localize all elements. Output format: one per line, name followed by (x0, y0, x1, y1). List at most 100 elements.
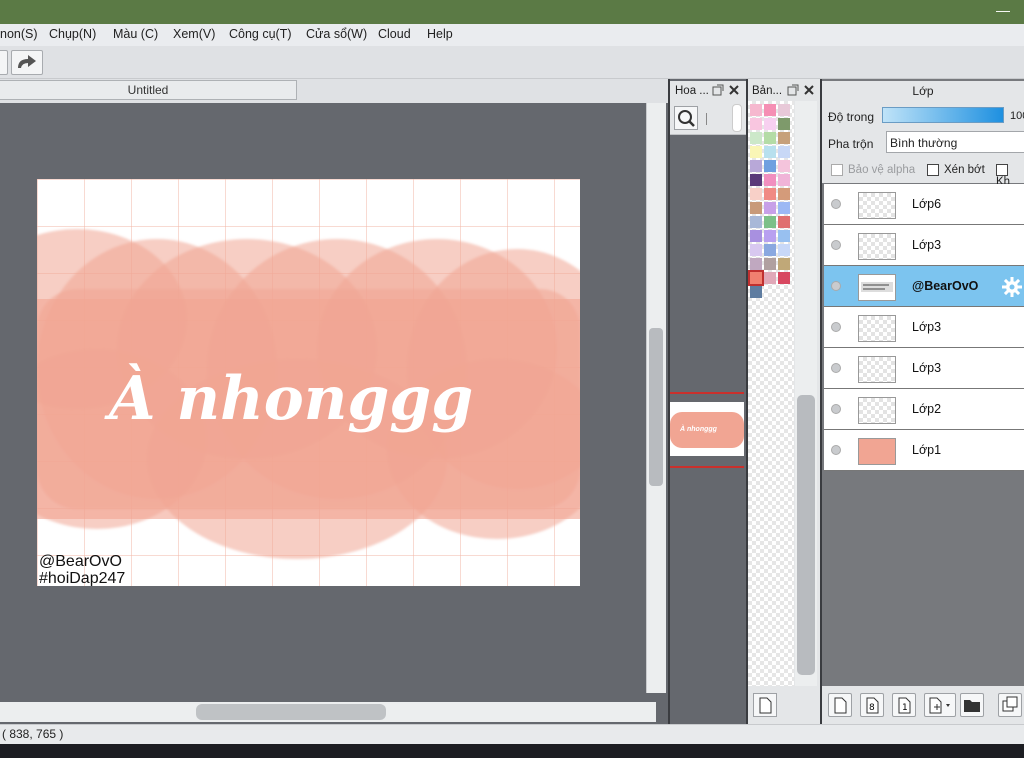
color-swatch[interactable] (778, 146, 790, 158)
color-swatch[interactable] (764, 160, 776, 172)
menu-item-help[interactable]: Help (427, 27, 453, 41)
menu-item-cloud[interactable]: Cloud (378, 27, 411, 41)
zoom-button[interactable] (674, 106, 698, 130)
color-swatch[interactable] (764, 258, 776, 270)
popout-icon[interactable] (712, 84, 724, 96)
color-swatch[interactable] (764, 118, 776, 130)
preview-image: À nhonggg (670, 402, 744, 456)
menu-item-selection[interactable]: non(S) (0, 27, 38, 41)
redo-button[interactable] (11, 50, 43, 75)
color-swatch[interactable] (750, 132, 762, 144)
color-swatch[interactable] (750, 146, 762, 158)
new-raster-8bit-button[interactable]: 8 (860, 693, 884, 717)
menu-item-tools[interactable]: Công cụ(T) (229, 27, 292, 41)
add-layer-menu-button[interactable] (924, 693, 956, 717)
layer-name: @BearOvO (912, 279, 979, 293)
visibility-toggle[interactable] (831, 322, 841, 332)
color-swatch[interactable] (778, 244, 790, 256)
color-swatch[interactable] (750, 188, 762, 200)
navigator-scrollbar[interactable] (732, 104, 742, 132)
menu-item-capture[interactable]: Chụp(N) (49, 27, 96, 41)
color-swatch[interactable] (778, 272, 790, 284)
color-swatch[interactable] (778, 118, 790, 130)
canvas-horizontal-scroll-thumb[interactable] (196, 704, 386, 720)
swatch-scroll-thumb[interactable] (797, 395, 815, 675)
layer-row[interactable]: Lớp6 (824, 184, 1024, 225)
color-swatch[interactable] (778, 104, 790, 116)
minimize-button[interactable]: — (996, 2, 1010, 18)
visibility-toggle[interactable] (831, 445, 841, 455)
color-swatch[interactable] (750, 118, 762, 130)
color-swatch[interactable] (778, 258, 790, 270)
layer-name: Lớp2 (912, 402, 942, 416)
checkbox-box (831, 164, 843, 176)
color-swatch[interactable] (764, 244, 776, 256)
gear-icon[interactable] (1002, 277, 1022, 297)
menu-item-color[interactable]: Màu (C) (113, 27, 158, 41)
layer-name: Lớp3 (912, 320, 942, 334)
close-icon[interactable] (803, 84, 815, 96)
add-swatch-button[interactable] (753, 693, 777, 717)
visibility-toggle[interactable] (831, 240, 841, 250)
new-folder-button[interactable] (960, 693, 984, 717)
color-swatch[interactable] (750, 202, 762, 214)
layer-thumbnail (858, 192, 896, 219)
color-swatch[interactable] (778, 160, 790, 172)
color-swatch[interactable] (748, 270, 764, 286)
artboard[interactable]: À nhonggg @BearOvO #hoiDap247 (37, 179, 580, 586)
navigator-preview[interactable]: À nhonggg (670, 392, 744, 470)
clipping-checkbox[interactable]: Xén bớt (927, 164, 985, 176)
new-raster-1bit-button[interactable]: 1 (892, 693, 916, 717)
layer-thumbnail (858, 315, 896, 342)
swatch-cells (748, 104, 794, 298)
color-swatch[interactable] (778, 216, 790, 228)
color-swatch[interactable] (778, 230, 790, 242)
color-swatch[interactable] (750, 174, 762, 186)
color-swatch[interactable] (778, 174, 790, 186)
color-swatch[interactable] (764, 202, 776, 214)
color-swatch[interactable] (750, 286, 762, 298)
color-swatch[interactable] (750, 216, 762, 228)
color-swatch[interactable] (750, 230, 762, 242)
color-swatch[interactable] (764, 230, 776, 242)
visibility-toggle[interactable] (831, 404, 841, 414)
visibility-toggle[interactable] (831, 363, 841, 373)
blend-label: Pha trộn (828, 137, 874, 151)
visibility-toggle[interactable] (831, 281, 841, 291)
blend-mode-select[interactable]: Bình thường (886, 131, 1024, 153)
color-swatch[interactable] (764, 132, 776, 144)
undo-button[interactable] (0, 50, 8, 75)
color-swatch[interactable] (764, 104, 776, 116)
layer-row-selected[interactable]: @BearOvO (824, 266, 1024, 307)
color-swatch[interactable] (750, 104, 762, 116)
layer-row[interactable]: Lớp3 (824, 307, 1024, 348)
color-swatch[interactable] (750, 160, 762, 172)
color-swatch[interactable] (778, 202, 790, 214)
protect-alpha-checkbox[interactable]: Bảo vệ alpha (831, 164, 915, 176)
close-icon[interactable] (728, 84, 740, 96)
opacity-slider[interactable] (882, 107, 1004, 123)
color-swatch[interactable] (778, 188, 790, 200)
layer-row[interactable]: Lớp3 (824, 225, 1024, 266)
menu-item-view[interactable]: Xem(V) (173, 27, 215, 41)
color-swatch[interactable] (764, 174, 776, 186)
menu-item-window[interactable]: Cửa sổ(W) (306, 27, 367, 41)
preview-headline: À nhonggg (680, 426, 717, 433)
color-swatch[interactable] (764, 216, 776, 228)
color-swatch[interactable] (764, 146, 776, 158)
layer-row[interactable]: Lớp2 (824, 389, 1024, 430)
copy-layer-button[interactable] (998, 693, 1022, 717)
visibility-toggle[interactable] (831, 199, 841, 209)
new-layer-button[interactable] (828, 693, 852, 717)
canvas-vertical-scroll-thumb[interactable] (649, 328, 663, 486)
layer-row[interactable]: Lớp3 (824, 348, 1024, 389)
color-swatch[interactable] (764, 272, 776, 284)
color-swatch[interactable] (750, 258, 762, 270)
color-swatch[interactable] (750, 244, 762, 256)
tab-untitled[interactable]: Untitled (0, 80, 297, 100)
layer-row[interactable]: Lớp1 (824, 430, 1024, 471)
popout-icon[interactable] (787, 84, 799, 96)
color-swatch[interactable] (764, 188, 776, 200)
navigator-title: Hoa ... (675, 85, 709, 97)
color-swatch[interactable] (778, 132, 790, 144)
